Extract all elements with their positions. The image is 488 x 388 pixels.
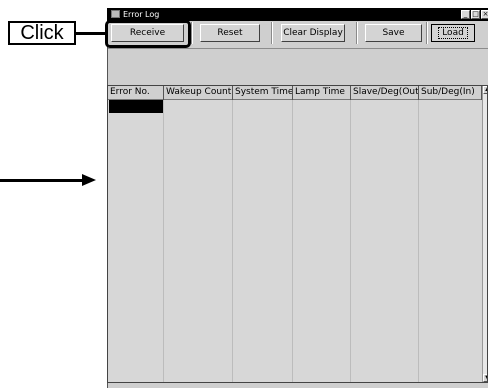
reset-button[interactable]: Reset <box>200 24 260 42</box>
table-header: Error No. Wakeup Count System Time Lamp … <box>108 86 482 100</box>
scroll-up-button[interactable]: ▲ <box>483 86 487 94</box>
arrow-head-icon <box>82 174 96 186</box>
load-button[interactable]: Load <box>431 24 475 42</box>
save-label: Save <box>382 28 405 38</box>
save-button[interactable]: Save <box>365 24 422 42</box>
minimize-button[interactable]: _ <box>461 10 470 19</box>
maximize-button[interactable]: □ <box>471 10 480 19</box>
window-icon <box>111 10 120 18</box>
toolbar-separator <box>191 22 192 44</box>
column-header-lamp-time[interactable]: Lamp Time <box>293 86 351 100</box>
column-header-system-time[interactable]: System Time <box>233 86 293 100</box>
callout-connector <box>76 32 106 35</box>
clear-display-label: Clear Display <box>283 28 343 38</box>
column-header-slave-deg-out[interactable]: Slave/Deg(Out) <box>351 86 419 100</box>
column-divider <box>350 100 351 382</box>
column-divider <box>418 100 419 382</box>
toolbar-separator <box>271 22 272 44</box>
column-header-wakeup-count[interactable]: Wakeup Count <box>164 86 233 100</box>
column-header-error-no[interactable]: Error No. <box>108 86 164 100</box>
reset-label: Reset <box>217 28 243 38</box>
toolbar-divider <box>108 48 488 49</box>
vertical-scrollbar[interactable]: ▲ ▼ <box>482 86 487 382</box>
load-label: Load <box>438 27 468 39</box>
toolbar-separator <box>426 22 427 44</box>
click-callout-label: Click <box>8 21 76 45</box>
error-log-table[interactable]: Error No. Wakeup Count System Time Lamp … <box>107 85 488 383</box>
scroll-down-button[interactable]: ▼ <box>483 374 487 382</box>
close-button[interactable]: × <box>481 10 488 19</box>
right-arrow-icon <box>0 179 84 182</box>
receive-highlight <box>105 20 191 48</box>
column-divider <box>163 100 164 382</box>
toolbar-separator <box>356 22 357 44</box>
column-divider <box>292 100 293 382</box>
selected-cell[interactable] <box>109 100 163 113</box>
column-divider <box>232 100 233 382</box>
column-header-sub-deg-in[interactable]: Sub/Deg(In) <box>419 86 482 100</box>
clear-display-button[interactable]: Clear Display <box>281 24 345 42</box>
